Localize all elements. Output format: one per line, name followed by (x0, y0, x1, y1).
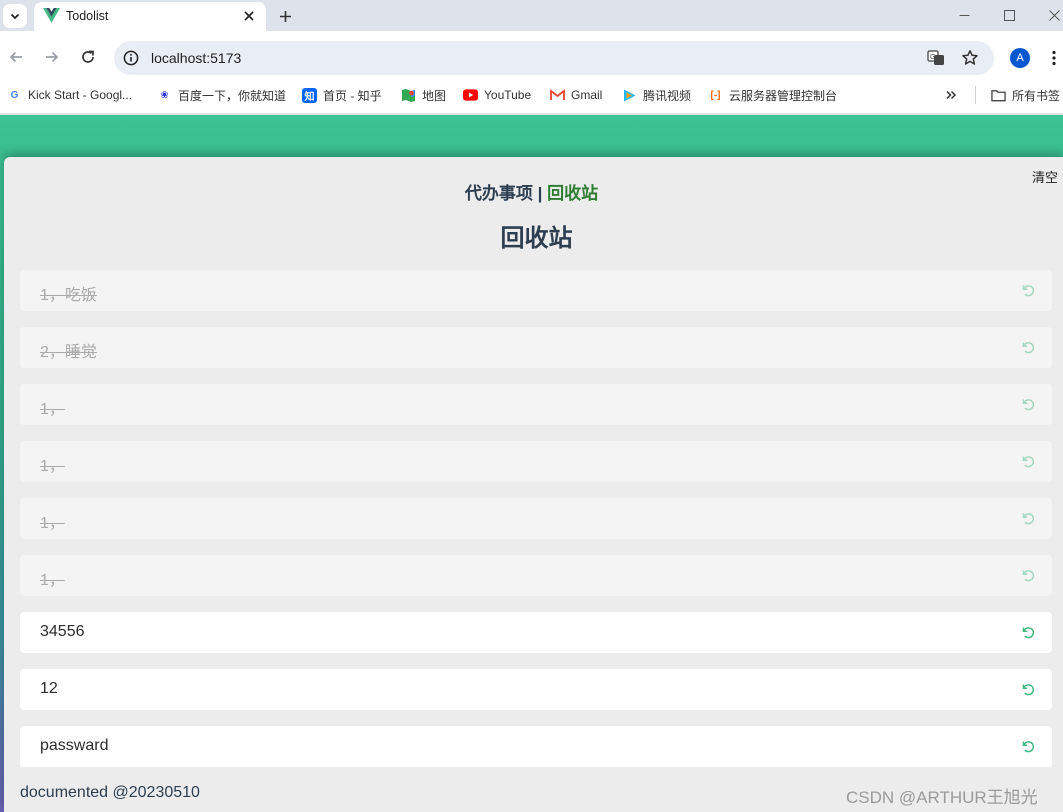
restore-icon[interactable] (1021, 283, 1036, 298)
item-text: 2，睡觉 (40, 344, 97, 361)
aliyun-icon: [-] (710, 89, 721, 101)
bookmark-label: 云服务器管理控制台 (729, 88, 838, 103)
bookmark-maps[interactable]: 地图 (401, 87, 446, 103)
google-icon: G (10, 89, 19, 101)
bookmarks-divider (975, 86, 976, 104)
nav-separator: | (537, 184, 543, 203)
more-bookmarks-chevron-icon[interactable] (945, 87, 957, 103)
address-bar[interactable]: localhost:5173 G (114, 41, 994, 75)
zhihu-icon: 知 (302, 87, 317, 103)
bookmark-kick-start[interactable]: G Kick Start - Googl... (7, 87, 132, 103)
restore-icon[interactable] (1021, 625, 1036, 640)
menu-kebab-icon[interactable] (1047, 48, 1061, 68)
maximize-icon (1003, 9, 1015, 21)
item-text: passward (40, 737, 109, 754)
gmail-icon (550, 88, 565, 103)
arrow-left-icon (9, 51, 22, 63)
bookmark-star-icon[interactable] (961, 49, 979, 67)
restore-icon[interactable] (1021, 682, 1036, 697)
chevron-down-icon (10, 13, 20, 20)
item-text: 1， (40, 401, 65, 418)
url-text[interactable]: localhost:5173 (151, 50, 241, 66)
minimize-icon (959, 14, 969, 16)
item-text: 12 (40, 680, 58, 697)
all-bookmarks-folder[interactable]: 所有书签 (991, 87, 1060, 103)
close-window-button[interactable] (1041, 4, 1063, 26)
bookmark-gmail[interactable]: Gmail (550, 87, 602, 103)
bookmark-label: 百度一下，你就知道 (178, 88, 287, 103)
nav-link-recycle[interactable]: 回收站 (547, 184, 598, 203)
restore-icon[interactable] (1021, 739, 1036, 754)
restore-icon[interactable] (1021, 397, 1036, 412)
tab-search-button[interactable] (3, 4, 27, 28)
plus-icon (279, 10, 291, 22)
list-item: 1， (20, 441, 1052, 482)
minimize-button[interactable] (951, 4, 977, 26)
todo-card (4, 157, 1063, 812)
restore-icon[interactable] (1021, 454, 1036, 469)
bookmark-baidu[interactable]: ❀ 百度一下，你就知道 (157, 87, 286, 103)
bookmark-label: 腾讯视频 (643, 88, 692, 103)
maps-icon (401, 88, 416, 103)
bookmark-label: 所有书签 (1012, 88, 1061, 103)
bookmark-tencent-video[interactable]: 腾讯视频 (622, 87, 691, 103)
bookmark-label: Gmail (571, 88, 603, 102)
svg-text:G: G (930, 53, 935, 61)
youtube-icon (463, 88, 478, 103)
back-button[interactable] (6, 47, 26, 67)
list-item: 1， (20, 498, 1052, 539)
page-title: 回收站 (500, 225, 573, 252)
item-text: 1， (40, 515, 65, 532)
browser-tab[interactable]: Todolist (34, 2, 266, 31)
list-item: 1， (20, 384, 1052, 425)
restore-icon[interactable] (1021, 511, 1036, 526)
app-nav: 代办事项 | 回收站 (0, 179, 1063, 204)
bookmark-label: Kick Start - Googl... (28, 88, 133, 102)
tab-title: Todolist (66, 9, 109, 23)
footer-text: documented @20230510 (20, 784, 200, 801)
bookmark-label: YouTube (484, 88, 532, 102)
list-item: 34556 (20, 612, 1052, 653)
info-icon[interactable] (123, 50, 139, 66)
item-text: 1，吃饭 (40, 287, 97, 304)
close-tab-icon[interactable] (241, 8, 257, 24)
list-item: passward (20, 726, 1052, 767)
tencent-video-icon (622, 88, 637, 103)
translate-icon[interactable]: G (927, 49, 945, 67)
vue-logo-icon (43, 8, 60, 23)
restore-icon[interactable] (1021, 340, 1036, 355)
baidu-icon: ❀ (160, 89, 169, 101)
profile-avatar[interactable]: A (1010, 48, 1030, 68)
item-text: 1， (40, 572, 65, 589)
bookmark-aliyun[interactable]: [-] 云服务器管理控制台 (708, 87, 838, 103)
list-item: 2，睡觉 (20, 327, 1052, 368)
close-icon (1048, 9, 1060, 21)
nav-link-todo[interactable]: 代办事项 (465, 184, 533, 203)
forward-button[interactable] (42, 47, 62, 67)
bookmark-zhihu[interactable]: 知 首页 - 知乎 (302, 87, 382, 103)
reload-icon (82, 50, 94, 63)
item-text: 1， (40, 458, 65, 475)
bookmark-label: 首页 - 知乎 (323, 88, 382, 103)
list-item: 1， (20, 555, 1052, 596)
arrow-right-icon (46, 51, 59, 63)
new-tab-button[interactable] (275, 6, 295, 26)
list-item: 1，吃饭 (20, 270, 1052, 311)
list-item: 12 (20, 669, 1052, 710)
bookmark-youtube[interactable]: YouTube (463, 87, 531, 103)
restore-icon[interactable] (1021, 568, 1036, 583)
bookmark-label: 地图 (422, 88, 447, 103)
watermark: CSDN @ARTHUR王旭光 (846, 788, 1038, 807)
folder-icon (991, 88, 1006, 103)
item-text: 34556 (40, 623, 85, 640)
maximize-button[interactable] (996, 4, 1022, 26)
reload-button[interactable] (78, 47, 98, 67)
